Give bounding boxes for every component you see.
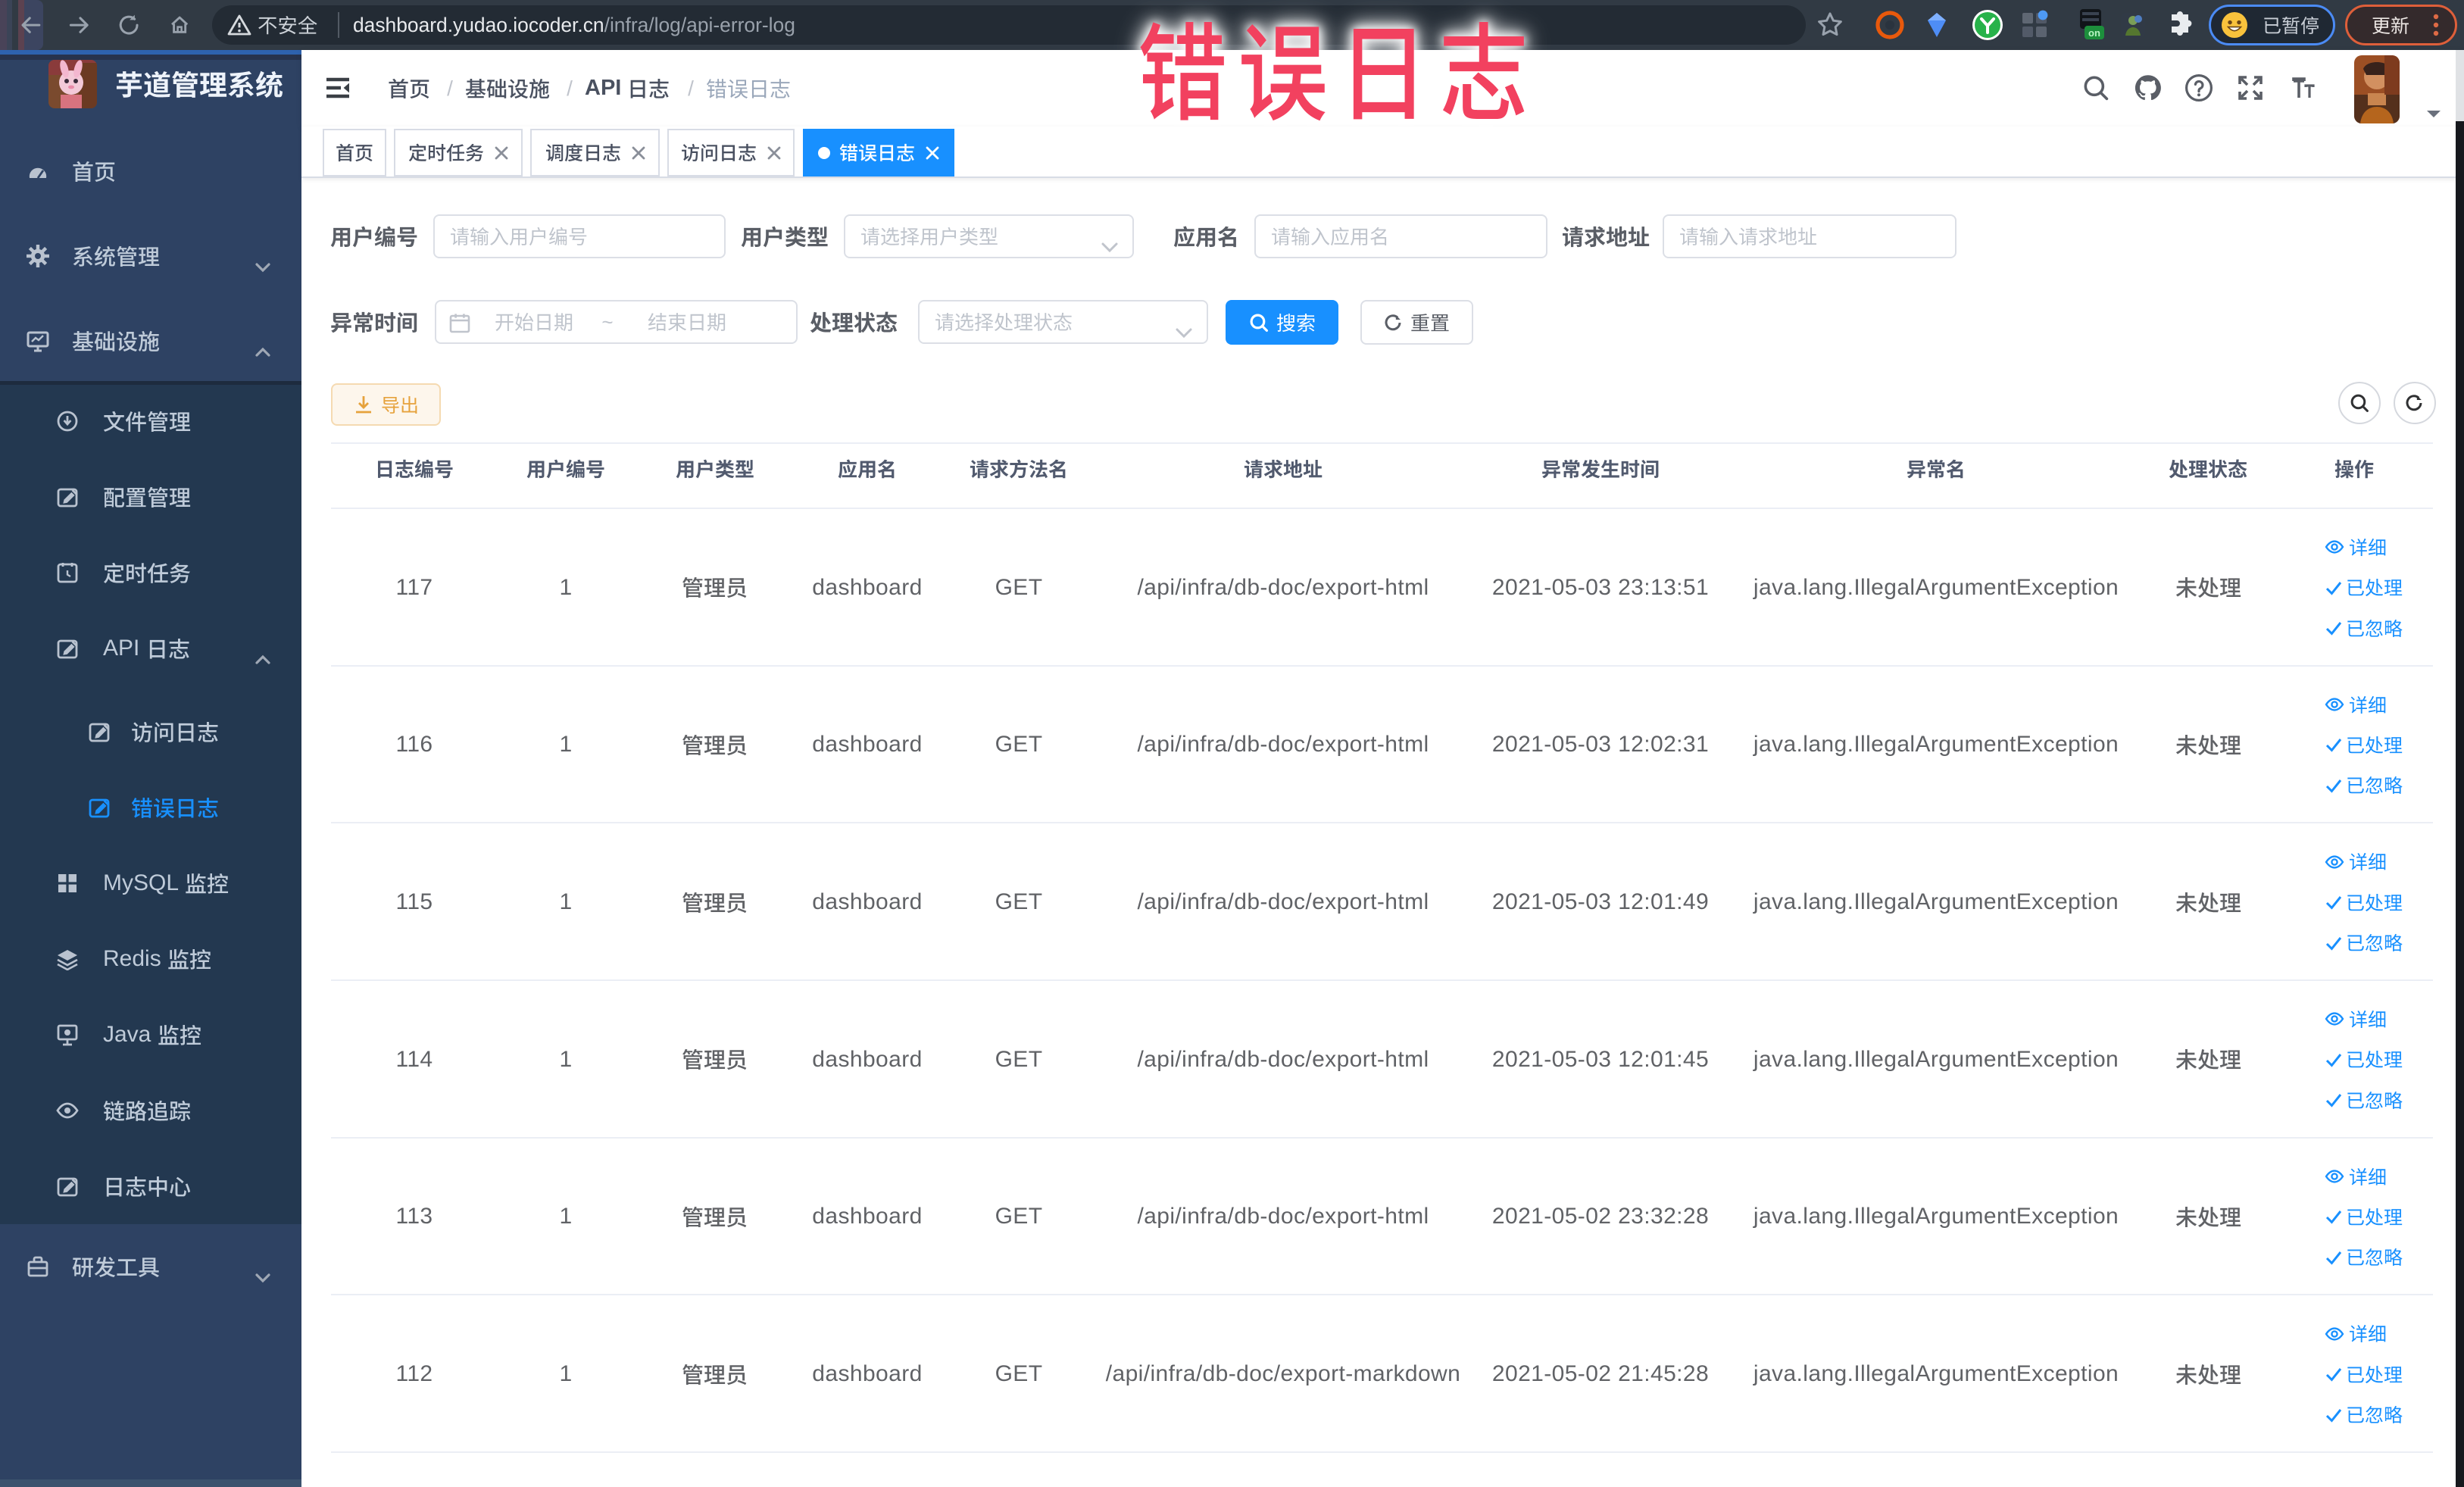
svg-text:on: on: [2088, 27, 2100, 39]
